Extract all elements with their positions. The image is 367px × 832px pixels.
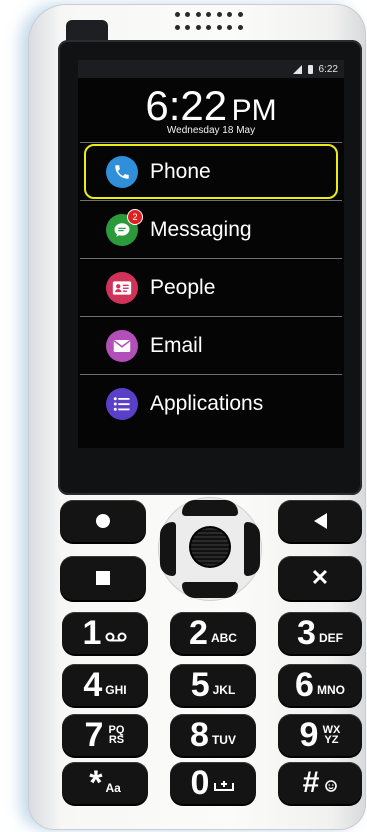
clock-time: 6:22 bbox=[145, 82, 228, 129]
menu-label: People bbox=[150, 275, 216, 299]
back-button[interactable] bbox=[278, 500, 362, 542]
triangle-left-icon bbox=[313, 513, 327, 529]
clock-ampm: PM bbox=[231, 94, 277, 127]
home-screen: 6:22 6:22 PM Wednesday 18 May Phone 2 Me… bbox=[78, 60, 344, 448]
status-bar: 6:22 bbox=[78, 60, 344, 78]
key-digit: 0 bbox=[190, 764, 210, 802]
key-7[interactable]: 7 PQ RS bbox=[62, 714, 148, 756]
menu-item-phone[interactable]: Phone bbox=[80, 142, 342, 200]
key-4[interactable]: 4 GHI bbox=[62, 664, 148, 706]
status-time: 6:22 bbox=[318, 63, 338, 75]
key-letters: ABC bbox=[210, 631, 237, 645]
key-5[interactable]: 5 JKL bbox=[170, 664, 256, 706]
key-letters: DEF bbox=[318, 631, 343, 645]
key-letters: Aa bbox=[105, 781, 121, 795]
clock-widget: 6:22 PM Wednesday 18 May bbox=[78, 82, 344, 137]
dot-icon bbox=[96, 514, 110, 528]
key-8[interactable]: 8 TUV bbox=[170, 714, 256, 756]
call-button[interactable] bbox=[60, 500, 146, 542]
menu-square-button[interactable] bbox=[60, 556, 146, 600]
key-letters: WX YZ bbox=[322, 723, 341, 746]
key-9[interactable]: 9 WX YZ bbox=[278, 714, 362, 756]
end-call-button[interactable]: ✕ bbox=[278, 556, 362, 600]
message-icon: 2 bbox=[106, 208, 143, 246]
clock-date: Wednesday 18 May bbox=[166, 125, 256, 136]
space-icon bbox=[213, 778, 235, 797]
key-digit: 5 bbox=[190, 666, 210, 704]
key-digit: 9 bbox=[299, 716, 319, 754]
key-letters: JKL bbox=[212, 683, 236, 697]
key-letters: PQ RS bbox=[108, 723, 125, 746]
menu-label: Applications bbox=[150, 391, 264, 415]
menu-label: Email bbox=[150, 333, 203, 357]
main-menu: Phone 2 Messaging People Email Applicati… bbox=[78, 142, 344, 432]
key-digit: 7 bbox=[84, 716, 104, 754]
key-letters: GHI bbox=[105, 683, 127, 697]
menu-item-email[interactable]: Email bbox=[80, 316, 342, 374]
key-6[interactable]: 6 MNO bbox=[278, 664, 362, 706]
key-hash[interactable]: # bbox=[278, 762, 362, 804]
key-star[interactable]: * Aa bbox=[62, 762, 148, 804]
speaker-grille bbox=[175, 12, 245, 34]
menu-item-applications[interactable]: Applications bbox=[80, 374, 342, 432]
envelope-icon bbox=[106, 329, 138, 362]
menu-label: Messaging bbox=[150, 217, 252, 241]
key-digit: 1 bbox=[82, 614, 102, 652]
battery-icon bbox=[307, 64, 313, 74]
dpad-down-button[interactable] bbox=[182, 582, 238, 598]
voicemail-icon bbox=[105, 629, 127, 647]
key-0[interactable]: 0 bbox=[170, 762, 256, 804]
key-3[interactable]: 3 DEF bbox=[278, 612, 362, 654]
unread-badge: 2 bbox=[127, 208, 143, 225]
key-digit: 8 bbox=[190, 716, 209, 754]
key-digit: 4 bbox=[83, 666, 103, 704]
menu-item-people[interactable]: People bbox=[80, 258, 342, 316]
menu-item-messaging[interactable]: 2 Messaging bbox=[80, 200, 342, 258]
key-digit: 6 bbox=[295, 666, 314, 704]
dpad-up-button[interactable] bbox=[182, 500, 238, 516]
key-2[interactable]: 2 ABC bbox=[170, 612, 256, 654]
phone-icon bbox=[106, 155, 138, 188]
dpad-right-button[interactable] bbox=[244, 522, 260, 576]
key-letters: TUV bbox=[211, 733, 236, 747]
contact-card-icon bbox=[106, 271, 138, 304]
list-icon bbox=[106, 387, 138, 420]
dpad-left-button[interactable] bbox=[160, 522, 176, 576]
dpad-ok-button[interactable] bbox=[191, 528, 229, 566]
key-digit: 3 bbox=[297, 614, 316, 652]
smiley-icon bbox=[325, 779, 338, 797]
key-digit: 2 bbox=[189, 614, 208, 652]
square-icon bbox=[96, 571, 110, 585]
key-1[interactable]: 1 bbox=[62, 612, 148, 654]
key-letters: MNO bbox=[316, 683, 345, 697]
close-icon: ✕ bbox=[310, 565, 330, 590]
key-digit: # bbox=[302, 766, 320, 799]
key-digit: * bbox=[89, 764, 103, 802]
signal-icon bbox=[292, 64, 302, 74]
